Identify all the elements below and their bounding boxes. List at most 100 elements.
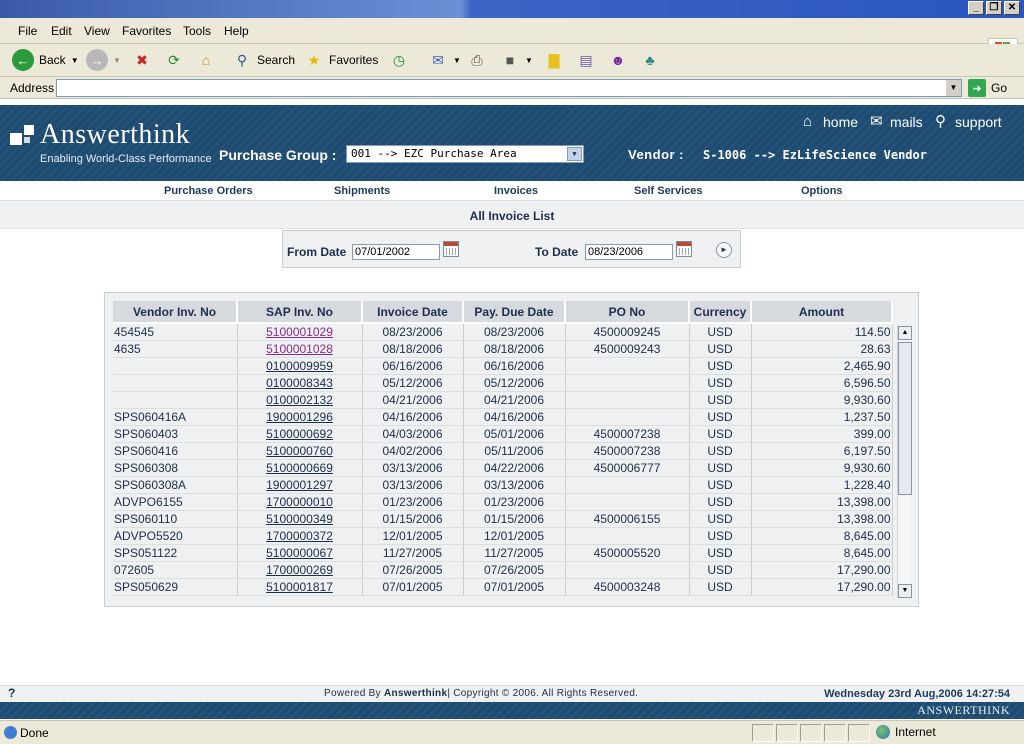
sap-inv-cell: 5100000692 [237,425,363,443]
mails-link[interactable]: ✉ mails [870,114,923,131]
sap-inv-link[interactable]: 5100000067 [266,546,333,560]
column-header[interactable]: Currency [689,301,752,324]
from-date-input[interactable]: 07/01/2002 [352,244,440,260]
minimize-button[interactable]: _ [968,1,984,15]
menu-view[interactable]: View [84,24,110,38]
currency-cell: USD [689,408,752,426]
currency-cell: USD [689,544,752,562]
nav-purchase-orders[interactable]: Purchase Orders [164,185,253,197]
favorites-button[interactable]: ★ Favorites [304,48,379,72]
menu-tools[interactable]: Tools [183,24,211,38]
column-header[interactable]: PO No [565,301,690,324]
sap-inv-link[interactable]: 5100000760 [266,444,333,458]
calendar-icon[interactable] [443,241,459,257]
research-button[interactable]: ▤ [576,48,596,72]
nav-self-services[interactable]: Self Services [634,185,703,197]
table-row: 072605 1700000269 07/26/2005 07/26/2005 USD 1… [113,561,893,579]
amount-cell: 28.63 [751,340,893,358]
sap-inv-link[interactable]: 5100001817 [266,580,333,594]
sap-inv-link[interactable]: 1700000010 [266,495,333,509]
security-zone: Internet [876,725,936,739]
nav-shipments[interactable]: Shipments [334,185,390,197]
invoice-date-cell: 03/13/2006 [362,476,464,494]
due-date-cell: 07/26/2005 [463,561,566,579]
menu-file[interactable]: File [18,24,37,38]
status-cell [824,724,846,742]
column-header[interactable]: Amount [751,301,893,324]
sap-inv-link[interactable]: 5100001028 [266,342,333,356]
vendor-inv-cell [113,391,238,409]
sap-inv-link[interactable]: 0100008343 [266,376,333,390]
messenger-button[interactable]: ☻ [608,48,628,72]
column-header[interactable]: Pay. Due Date [463,301,566,324]
edit-button[interactable]: ■ ▼ [500,48,533,72]
sap-inv-link[interactable]: 0100009959 [266,359,333,373]
mails-link-label: mails [890,114,923,130]
maximize-button[interactable]: ❐ [986,1,1002,15]
po-no-cell [565,374,690,392]
menu-help[interactable]: Help [224,24,249,38]
sap-inv-link[interactable]: 5100001029 [266,325,333,339]
sap-inv-link[interactable]: 1900001296 [266,410,333,424]
contacts-button[interactable]: ♣ [640,48,660,72]
column-header[interactable]: Invoice Date [362,301,464,324]
help-icon[interactable]: ? [8,686,15,700]
sap-inv-link[interactable]: 0100002132 [266,393,333,407]
go-button[interactable]: ➔ Go [968,79,1007,97]
history-button[interactable]: ◷ [389,48,409,72]
table-row: ADVPO5520 1700000372 12/01/2005 12/01/2005 U… [113,527,893,545]
home-link[interactable]: ⌂ home [803,114,858,131]
nav-invoices[interactable]: Invoices [494,185,538,197]
invoice-date-cell: 04/16/2006 [362,408,464,426]
scroll-down-button[interactable]: ▼ [898,584,912,598]
invoice-date-cell: 08/23/2006 [362,323,464,341]
calendar-icon[interactable] [676,241,692,257]
due-date-cell: 05/11/2006 [463,442,566,460]
table-scrollbar[interactable]: ▲ ▼ [897,326,912,598]
sap-inv-link[interactable]: 1700000269 [266,563,333,577]
search-button[interactable]: ⚲ Search [232,48,295,72]
to-date-input[interactable]: 08/23/2006 [585,244,673,260]
go-icon[interactable]: ► [716,242,732,258]
sap-inv-cell: 1700000269 [237,561,363,579]
vendor-inv-cell: ADVPO6155 [113,493,238,511]
print-icon: ⎙ [471,51,483,68]
sap-inv-link[interactable]: 5100000692 [266,427,333,441]
menu-favorites[interactable]: Favorites [122,24,171,38]
table-row: 454545 5100001029 08/23/2006 08/23/2006 4500… [113,323,893,341]
column-header[interactable]: Vendor Inv. No [113,301,238,324]
scroll-thumb[interactable] [898,342,912,495]
amount-cell: 13,398.00 [751,493,893,511]
notes-button[interactable]: ▇ [544,48,564,72]
table-row: SPS060308 5100000669 03/13/2006 04/22/2006 4… [113,459,893,477]
po-no-cell: 4500006777 [565,459,690,477]
sap-inv-link[interactable]: 1900001297 [266,478,333,492]
address-input[interactable] [56,79,962,97]
date-filter-panel: From Date 07/01/2002 To Date 08/23/2006 … [282,230,741,268]
menu-edit[interactable]: Edit [51,24,72,38]
address-dropdown-button[interactable]: ▼ [946,80,961,96]
print-button[interactable]: ⎙ [467,48,487,72]
scroll-up-button[interactable]: ▲ [898,326,912,340]
support-link[interactable]: ⚲ support [935,114,1002,131]
sap-inv-link[interactable]: 1700000372 [266,529,333,543]
chevron-down-icon: ▼ [113,55,121,65]
back-button[interactable]: ← Back ▼ [12,48,79,72]
home-button[interactable]: ⌂ [196,48,216,72]
nav-options[interactable]: Options [801,185,843,197]
po-no-cell [565,527,690,545]
purchase-group-select[interactable]: 001 --> EZC Purchase Area ▼ [346,145,584,163]
close-button[interactable]: ✕ [1004,1,1020,15]
po-no-cell [565,408,690,426]
sap-inv-link[interactable]: 5100000349 [266,512,333,526]
home-icon: ⌂ [201,52,211,68]
forward-button[interactable]: → ▼ [86,48,121,72]
sap-inv-cell: 5100001028 [237,340,363,358]
mail-button[interactable]: ✉ ▼ [428,48,461,72]
refresh-button[interactable]: ⟳ [164,48,184,72]
sap-inv-link[interactable]: 5100000669 [266,461,333,475]
logo-text: Answerthink [40,119,191,150]
stop-button[interactable]: ✖ [132,48,152,72]
column-header[interactable]: SAP Inv. No [237,301,363,324]
invoice-date-cell: 04/03/2006 [362,425,464,443]
